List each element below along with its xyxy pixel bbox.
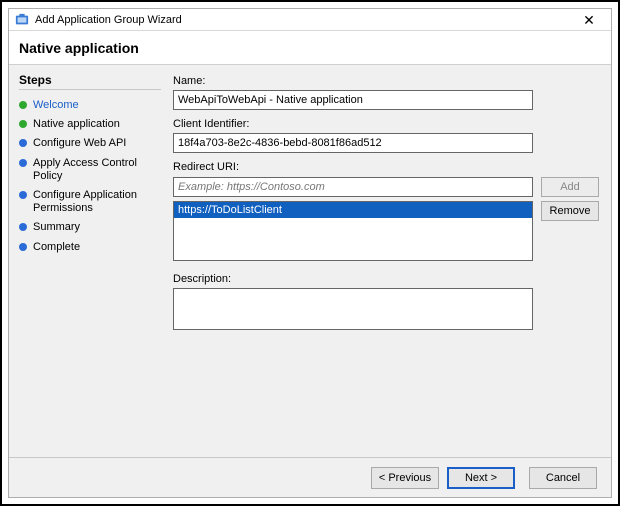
steps-heading: Steps: [19, 73, 161, 87]
app-icon: [15, 13, 29, 27]
redirect-uri-item[interactable]: https://ToDoListClient: [174, 202, 532, 218]
step-label: Configure Web API: [33, 137, 126, 150]
wizard-footer: < Previous Next > Cancel: [9, 457, 611, 497]
next-button[interactable]: Next >: [447, 467, 515, 489]
step-item-6: Complete: [19, 238, 161, 257]
steps-sidebar: Steps Welcome Native application Configure…: [9, 65, 169, 457]
close-icon[interactable]: ✕: [571, 10, 607, 30]
step-bullet-icon: [19, 101, 27, 109]
step-bullet-icon: [19, 243, 27, 251]
page-title: Native application: [19, 40, 139, 56]
step-label: Native application: [33, 118, 120, 131]
step-bullet-icon: [19, 120, 27, 128]
add-button[interactable]: Add: [541, 177, 599, 197]
page-header: Native application: [9, 31, 611, 65]
name-input[interactable]: [173, 90, 533, 110]
step-label: Apply Access Control Policy: [33, 157, 161, 183]
step-label: Complete: [33, 241, 80, 254]
step-item-3: Apply Access Control Policy: [19, 154, 161, 186]
cancel-button[interactable]: Cancel: [529, 467, 597, 489]
client-id-label: Client Identifier:: [173, 118, 599, 130]
wizard-window: Add Application Group Wizard ✕ Native ap…: [8, 8, 612, 498]
redirect-uri-label: Redirect URI:: [173, 161, 599, 173]
step-bullet-icon: [19, 223, 27, 231]
step-bullet-icon: [19, 139, 27, 147]
step-item-0[interactable]: Welcome: [19, 96, 161, 115]
remove-button[interactable]: Remove: [541, 201, 599, 221]
step-item-1: Native application: [19, 115, 161, 134]
step-item-4: Configure Application Permissions: [19, 186, 161, 218]
step-item-2: Configure Web API: [19, 134, 161, 153]
step-bullet-icon: [19, 191, 27, 199]
description-input[interactable]: [173, 288, 533, 330]
description-label: Description:: [173, 273, 599, 285]
title-bar: Add Application Group Wizard ✕: [9, 9, 611, 31]
step-label: Welcome: [33, 99, 79, 112]
redirect-uri-list[interactable]: https://ToDoListClient: [173, 201, 533, 261]
name-label: Name:: [173, 75, 599, 87]
window-title: Add Application Group Wizard: [35, 14, 571, 26]
step-label: Configure Application Permissions: [33, 189, 161, 215]
redirect-uri-input[interactable]: [173, 177, 533, 197]
client-id-input[interactable]: [173, 133, 533, 153]
step-label: Summary: [33, 221, 80, 234]
form-area: Name: Client Identifier: Redirect URI: A…: [169, 65, 611, 457]
divider: [19, 89, 161, 90]
step-bullet-icon: [19, 159, 27, 167]
step-item-5: Summary: [19, 218, 161, 237]
previous-button[interactable]: < Previous: [371, 467, 439, 489]
